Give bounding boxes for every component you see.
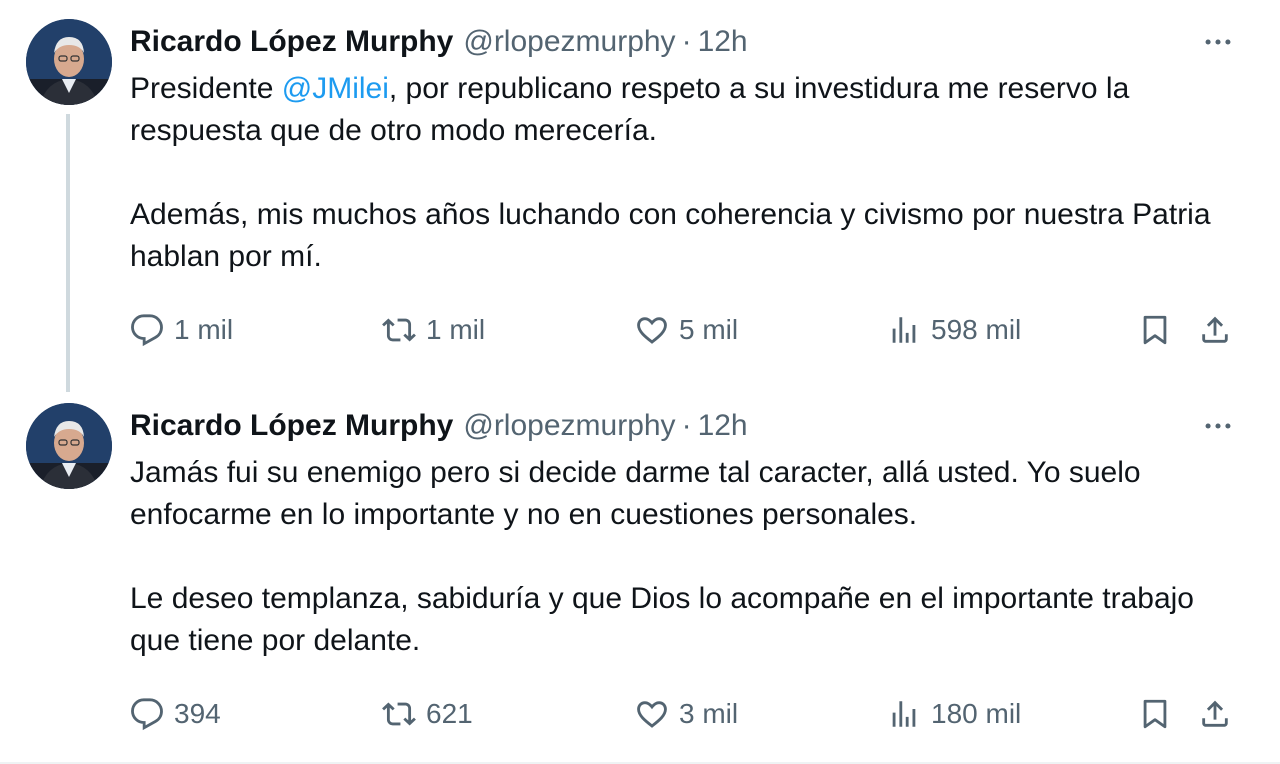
author-name[interactable]: Ricardo López Murphy — [130, 409, 453, 443]
tweet-paragraph: Le deseo templanza, sabiduría y que Dios… — [130, 582, 1194, 657]
more-icon — [1205, 39, 1231, 45]
bookmark-button[interactable] — [1138, 690, 1172, 738]
reply-count: 1 mil — [174, 314, 234, 345]
retweet-icon — [382, 318, 416, 342]
views-icon — [892, 701, 916, 727]
retweet-icon — [382, 702, 416, 726]
retweet-button[interactable]: 621 — [382, 690, 473, 738]
author-name[interactable]: Ricardo López Murphy — [130, 25, 453, 59]
separator-dot: · — [681, 25, 692, 58]
retweet-count: 1 mil — [426, 314, 486, 345]
retweet-button[interactable]: 1 mil — [382, 306, 485, 354]
mention-link[interactable]: @JMilei — [282, 72, 389, 105]
views-count: 180 mil — [931, 698, 1022, 729]
more-options-button[interactable] — [1198, 22, 1238, 62]
bookmark-button[interactable] — [1138, 306, 1172, 354]
bookmark-icon — [1143, 315, 1167, 345]
thread-line — [66, 114, 70, 392]
views-button[interactable]: 180 mil — [887, 690, 1021, 738]
more-options-button[interactable] — [1198, 406, 1238, 446]
views-count: 598 mil — [931, 314, 1022, 345]
like-icon — [637, 317, 667, 344]
like-icon — [637, 701, 667, 728]
timestamp[interactable]: 12h — [698, 409, 748, 443]
tweet[interactable]: Ricardo López Murphy @rlopezmurphy · 12h… — [0, 384, 1280, 764]
tweet[interactable]: Ricardo López Murphy @rlopezmurphy · 12h… — [0, 0, 1280, 392]
like-count: 3 mil — [679, 698, 739, 729]
share-icon — [1202, 316, 1228, 343]
retweet-count: 621 — [426, 698, 473, 729]
share-button[interactable] — [1198, 306, 1232, 354]
avatar[interactable] — [26, 403, 112, 489]
tweet-header: Ricardo López Murphy @rlopezmurphy · 12h — [130, 406, 748, 446]
separator-dot: · — [681, 409, 692, 442]
reply-icon — [131, 698, 163, 731]
tweet-text: Presidente @JMilei, por republicano resp… — [130, 68, 1240, 278]
views-icon — [892, 317, 916, 343]
like-button[interactable]: 3 mil — [635, 690, 738, 738]
like-count: 5 mil — [679, 314, 739, 345]
action-bar: 1 mil 1 mil 5 mil 598 mil — [130, 306, 1240, 354]
reply-button[interactable]: 1 mil — [130, 306, 233, 354]
tweet-header: Ricardo López Murphy @rlopezmurphy · 12h — [130, 22, 748, 62]
tweet-paragraph: Presidente @JMilei, por republicano resp… — [130, 68, 1240, 152]
avatar[interactable] — [26, 19, 112, 105]
tweet-paragraph: Además, mis muchos años luchando con coh… — [130, 198, 1211, 273]
author-handle[interactable]: @rlopezmurphy — [463, 409, 675, 443]
more-icon — [1205, 423, 1231, 429]
share-icon — [1202, 700, 1228, 727]
author-handle[interactable]: @rlopezmurphy — [463, 25, 675, 59]
timestamp[interactable]: 12h — [698, 25, 748, 59]
tweet-text: Jamás fui su enemigo pero si decide darm… — [130, 452, 1240, 662]
reply-icon — [131, 314, 163, 347]
reply-count: 394 — [174, 698, 221, 729]
like-button[interactable]: 5 mil — [635, 306, 738, 354]
reply-button[interactable]: 394 — [130, 690, 221, 738]
action-bar: 394 621 3 mil 180 mil — [130, 690, 1240, 738]
bookmark-icon — [1143, 699, 1167, 729]
share-button[interactable] — [1198, 690, 1232, 738]
text-segment: Presidente — [130, 72, 282, 105]
tweet-paragraph: Jamás fui su enemigo pero si decide darm… — [130, 456, 1141, 531]
views-button[interactable]: 598 mil — [887, 306, 1021, 354]
